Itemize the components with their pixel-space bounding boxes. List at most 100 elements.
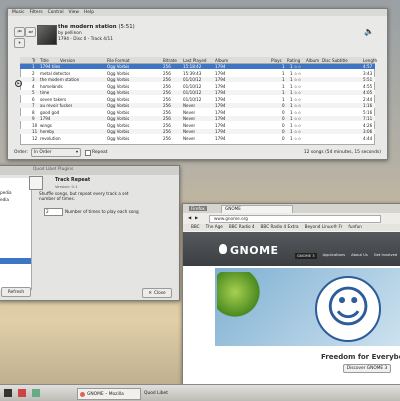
menu-filters[interactable]: Filters [30,10,43,15]
col-file-format[interactable]: File Format [107,58,130,63]
now-playing-title-line: the modern station (5:51) [58,24,135,30]
next-button[interactable]: ⏭ [25,27,36,37]
plugins-window-title: Quod Libet Plugins [33,167,74,172]
col-length[interactable]: Length [363,58,377,63]
firefox-menu-button[interactable]: Firefox [189,206,207,211]
col-bitrate[interactable]: Bitrate [163,58,177,63]
table-row[interactable]: 9 1794 Ogg Vorbis 256 Never 1794 0 7:11 1 ☆☆ [20,116,375,122]
cell-format: Ogg Vorbis [107,90,130,96]
cell-plays: 0 [282,129,285,135]
terminal-icon[interactable] [4,389,12,397]
taskbar-item-browser[interactable]: GNOME – Mozilla [77,388,141,400]
bookmark-the-age[interactable]: The Age [206,224,223,231]
refresh-button[interactable]: Refresh [1,287,31,297]
table-row[interactable]: 4 homelands Ogg Vorbis 256 01/10/12 1794 1 4:55… [20,84,375,89]
nav-applications[interactable]: Applications [323,253,346,259]
bookmark-bbc[interactable]: BBC [191,224,200,231]
col-album[interactable]: Album [215,58,228,63]
cell-length: 5:51 [363,77,373,83]
table-row[interactable]: 8 good god Ogg Vorbis 256 Never 1794 0 5:16 1 ☆☆ [20,110,375,115]
taskbar-item-player[interactable]: Quod Libet [142,388,204,398]
pause-button[interactable]: ⏸ [14,38,25,48]
album-cover[interactable] [37,25,57,45]
cell-length: 4:44 [363,135,373,141]
cell-album: 1794 [215,109,226,115]
cell-last: 15:39:43 [183,70,202,76]
cell-bitrate: 256 [163,77,171,83]
order-value: In Order [34,150,52,155]
bookmark-bbc-radio4-extra[interactable]: BBC Radio 4 Extra [261,224,299,231]
menu-view[interactable]: View [69,10,79,15]
repeat-checkbox[interactable] [85,150,91,156]
cell-title: revolution [40,135,61,141]
cell-rating: 1 ☆☆ [290,103,302,109]
bookmark-bbc-radio4[interactable]: BBC Radio 4 [229,224,255,231]
col-title[interactable]: Title [40,58,49,63]
cell-title: hereby [40,129,55,135]
table-row[interactable]: 2 metal detector Ogg Vorbis 256 15:39:43 1794… [20,71,375,76]
cell-rating: 1 ☆☆ [290,129,302,135]
table-row[interactable]: 7 au revoir fucker Ogg Vorbis 256 Never 1794 0… [20,103,375,109]
playlist-header: Tr Title Version File Format Bitrate Las… [20,57,377,64]
bookmark-beyond-linux[interactable]: Beyond Linux® Fr [305,224,343,231]
cell-rating: 1 ☆☆ [290,135,302,141]
files-icon[interactable] [18,389,26,397]
cell-album: 1794 [215,83,226,89]
table-row[interactable]: 10 wings Ogg Vorbis 256 Never 1794 0 4:26 1 ☆☆ [20,123,375,128]
discover-gnome-button[interactable]: Discover GNOME 3 [343,364,391,373]
forward-icon[interactable]: ▶ [195,215,198,220]
url-field[interactable]: www.gnome.org [209,215,381,223]
cell-length: 7:11 [363,116,373,122]
col-album-2[interactable]: Album [306,58,319,63]
col-plays[interactable]: Plays [271,58,282,63]
cell-format: Ogg Vorbis [107,70,130,76]
gnome-logo[interactable]: GNOME [230,244,279,257]
url-text: www.gnome.org [214,216,248,221]
table-row[interactable]: 5 time Ogg Vorbis 256 01/10/12 1794 1 4:05 1 ☆☆ [20,90,375,96]
close-button[interactable]: ✕ Close [142,288,172,298]
table-row[interactable]: 11 hereby Ogg Vorbis 256 Never 1794 0 3:06 1 ☆☆ [20,129,375,135]
menu-music[interactable]: Music [12,10,25,15]
col-version[interactable]: Version [60,58,75,63]
plugin-list-item[interactable]: edia [0,195,31,202]
times-spinbox[interactable]: 2 [44,208,63,216]
cell-bitrate: 256 [163,96,171,102]
previous-button[interactable]: ⏮ [14,27,25,37]
repeat-label: Repeat [92,150,108,155]
cell-tr: 9 [32,116,35,122]
table-row[interactable]: 12 revolution Ogg Vorbis 256 Never 1794 0 4:44 1… [20,136,375,141]
plugin-icon [29,176,43,190]
bookmark-funfun[interactable]: funfun [348,224,362,231]
close-icon: ✕ [148,290,152,296]
back-icon[interactable]: ◀ [188,215,191,220]
cell-rating: 1 ☆☆ [290,90,302,96]
taskbar: GNOME – Mozilla Quod Libet [0,384,400,401]
col-disc-subtitle[interactable]: Disc Subtitle [322,58,348,63]
menu-control[interactable]: Control [48,10,64,15]
settings-icon[interactable] [32,389,40,397]
col-track[interactable]: Tr [32,58,36,63]
cell-rating: 1 ☆☆ [290,116,302,122]
cell-format: Ogg Vorbis [107,116,130,122]
cell-rating: 1 ☆☆ [290,77,302,83]
order-select[interactable]: In Order ▾ [31,148,81,157]
table-row[interactable]: 6 seven takers Ogg Vorbis 256 01/10/12 1794 1 2… [20,97,375,102]
menu-help[interactable]: Help [84,10,94,15]
nav-get-involved[interactable]: Get Involved [374,253,397,259]
plugin-list-item-selected[interactable] [0,258,31,264]
col-rating[interactable]: Rating [287,58,300,63]
cell-title: 1794 tiles [40,64,61,70]
cell-bitrate: 256 [163,70,171,76]
nav-about-us[interactable]: About Us [351,253,368,259]
cell-title: homelands [40,83,63,89]
col-last-played[interactable]: Last Played [183,58,206,63]
table-row[interactable]: 1 1794 tiles Ogg Vorbis 256 15:18:42 1794 1 4:5… [20,64,375,70]
table-row[interactable]: 3 the modern station Ogg Vorbis 256 01/10/12… [20,77,375,83]
cell-length: 4:55 [363,83,373,89]
cell-plays: 1 [282,64,285,70]
nav-gnome3[interactable]: GNOME 3 [295,253,317,259]
cell-rating: 1 ☆☆ [290,64,302,70]
volume-icon[interactable]: 🔈 [364,27,374,36]
music-player-window: Music Filters Control View Help ⏮ ⏭ ⏸ th… [7,8,388,160]
plugin-list-item[interactable]: pedia [0,178,31,195]
